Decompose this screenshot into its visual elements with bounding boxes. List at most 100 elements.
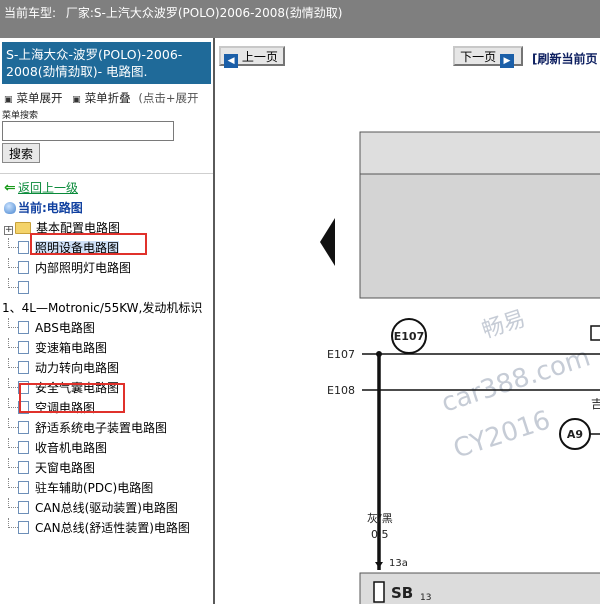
plus-expand-icon[interactable]: + bbox=[4, 226, 13, 235]
tree-item-pdc[interactable]: 驻车辅助(PDC)电路图 bbox=[0, 478, 213, 498]
collapse-icon: ▣ bbox=[72, 95, 81, 105]
document-icon bbox=[18, 341, 29, 354]
terminal-arrow-top bbox=[375, 562, 383, 568]
back-arrow-icon: ⇐ bbox=[4, 180, 16, 196]
location-icon bbox=[4, 202, 16, 214]
document-icon bbox=[18, 241, 29, 254]
tree-item-label[interactable]: ABS电路图 bbox=[35, 321, 95, 335]
document-icon bbox=[18, 441, 29, 454]
tree-branch-line bbox=[8, 358, 18, 368]
tree-item-abs[interactable]: ABS电路图 bbox=[0, 318, 213, 338]
tree-item-radio[interactable]: 收音机电路图 bbox=[0, 438, 213, 458]
current-model-bar: 当前车型: 厂家:S-上汽大众波罗(POLO)2006-2008(劲情劲取) bbox=[0, 0, 600, 38]
menu-expand-link[interactable]: 菜单展开 bbox=[17, 91, 63, 105]
next-page-label: 下一页 bbox=[460, 50, 497, 64]
watermark-code: CY2016 bbox=[450, 405, 554, 464]
e108-label: E108 bbox=[327, 384, 355, 397]
tree-item-label[interactable]: 驻车辅助(PDC)电路图 bbox=[35, 481, 153, 495]
next-page-button[interactable]: 下一页 ▶ bbox=[453, 46, 523, 68]
search-button[interactable]: 搜索 bbox=[2, 143, 40, 163]
tree-branch-line bbox=[8, 318, 18, 328]
menu-collapse-link[interactable]: 菜单折叠 bbox=[85, 91, 131, 105]
connector-block-top bbox=[359, 131, 600, 175]
tree-branch-line bbox=[8, 398, 18, 408]
wiring-diagram: 畅易 car388.com CY2016 E107 E107 E108 吉 A9… bbox=[217, 70, 600, 604]
tree-item-power-steering[interactable]: 动力转向电路图 bbox=[0, 358, 213, 378]
wire-color-label: 灰/黑 bbox=[367, 511, 393, 525]
tree-item-label[interactable]: CAN总线(驱动装置)电路图 bbox=[35, 501, 178, 515]
tree-branch-line bbox=[8, 518, 18, 528]
wiring-diagram-svg: 畅易 car388.com CY2016 E107 E107 E108 吉 A9… bbox=[320, 131, 600, 604]
tree-item-label[interactable]: 动力转向电路图 bbox=[35, 361, 119, 375]
tree-branch-line bbox=[8, 498, 18, 508]
tree-item-interior-light[interactable]: 内部照明灯电路图 bbox=[0, 258, 213, 278]
tree-item-label[interactable]: 1、4L—Motronic/55KW,发动机标识 bbox=[2, 301, 202, 315]
document-icon bbox=[18, 481, 29, 494]
tree-item-sunroof[interactable]: 天窗电路图 bbox=[0, 458, 213, 478]
document-icon bbox=[18, 361, 29, 374]
document-icon bbox=[18, 261, 29, 274]
wire-size-label: 0.5 bbox=[371, 528, 389, 541]
current-location: 当前:电路图 bbox=[0, 198, 213, 218]
connector-block-mid bbox=[359, 173, 600, 299]
tree-item-comfort[interactable]: 舒适系统电子装置电路图 bbox=[0, 418, 213, 438]
menu-controls: ▣ 菜单展开 ▣ 菜单折叠 (点击+展开 bbox=[0, 84, 213, 106]
e107-label: E107 bbox=[327, 348, 355, 361]
folder-icon bbox=[15, 222, 31, 234]
diagram-viewer: ◀ 上一页 下一页 ▶ [刷新当前页 畅易 car388.com CY2016 … bbox=[217, 38, 600, 604]
tree-branch-line bbox=[8, 438, 18, 448]
tree-item-gearbox[interactable]: 变速箱电路图 bbox=[0, 338, 213, 358]
tree-branch-line bbox=[8, 238, 18, 248]
tree-branch-line bbox=[8, 418, 18, 428]
current-label: 当前:电路图 bbox=[18, 201, 83, 215]
prev-page-label: 上一页 bbox=[241, 50, 278, 64]
refresh-link[interactable]: [刷新当前页 bbox=[532, 50, 598, 67]
fuse-symbol bbox=[373, 581, 385, 603]
expand-icon: ▣ bbox=[4, 95, 13, 105]
tree-item-blank[interactable] bbox=[0, 278, 213, 298]
arrow-left-icon: ◀ bbox=[224, 54, 239, 68]
tree-item-engine[interactable]: 1、4L—Motronic/55KW,发动机标识 bbox=[0, 298, 213, 318]
menu-hint: (点击+展开 bbox=[138, 91, 199, 105]
scroll-left-icon[interactable] bbox=[320, 218, 335, 266]
left-panel: S-上海大众-波罗(POLO)-2006-2008(劲情劲取)- 电路图. ▣ 菜… bbox=[0, 38, 215, 604]
tree-item-label[interactable]: 天窗电路图 bbox=[35, 461, 95, 475]
document-icon bbox=[18, 281, 29, 294]
divider bbox=[0, 173, 213, 174]
tree-branch-line bbox=[8, 258, 18, 268]
highlight-box-lighting bbox=[30, 233, 147, 255]
document-icon bbox=[18, 461, 29, 474]
document-icon bbox=[18, 521, 29, 534]
page-nav: ◀ 上一页 下一页 ▶ [刷新当前页 bbox=[217, 44, 600, 68]
tree-branch-line bbox=[8, 478, 18, 488]
tree-item-label[interactable]: 内部照明灯电路图 bbox=[35, 261, 131, 275]
fuse-name: SB bbox=[391, 584, 413, 602]
tree-item-can-drive[interactable]: CAN总线(驱动装置)电路图 bbox=[0, 498, 213, 518]
terminal-top-label: 13a bbox=[389, 558, 408, 569]
current-model-label: 当前车型: bbox=[4, 6, 57, 20]
edge-box bbox=[590, 325, 600, 341]
watermark-cn: 畅易 bbox=[479, 306, 529, 343]
tree-item-label[interactable]: 收音机电路图 bbox=[35, 441, 107, 455]
document-icon bbox=[18, 501, 29, 514]
back-row[interactable]: ⇐ 返回上一级 bbox=[0, 178, 213, 198]
document-icon bbox=[18, 321, 29, 334]
back-link[interactable]: 返回上一级 bbox=[18, 181, 78, 195]
document-icon bbox=[18, 421, 29, 434]
arrow-right-icon: ▶ bbox=[499, 54, 514, 68]
tree-branch-line bbox=[8, 458, 18, 468]
tree-branch-line bbox=[8, 278, 18, 288]
prev-page-button[interactable]: ◀ 上一页 bbox=[219, 46, 285, 68]
a9-circle-label: A9 bbox=[567, 428, 583, 441]
tree-branch-line bbox=[8, 378, 18, 388]
menu-tree: ⇐ 返回上一级 当前:电路图 + 基本配置电路图 照明设备电路图 内部照明灯电路图 … bbox=[0, 178, 213, 538]
panel-title: S-上海大众-波罗(POLO)-2006-2008(劲情劲取)- 电路图. bbox=[2, 42, 211, 84]
fuse-sub: 13 bbox=[420, 593, 431, 603]
tree-item-label[interactable]: 舒适系统电子装置电路图 bbox=[35, 421, 167, 435]
edge-character: 吉 bbox=[591, 397, 600, 411]
current-model-value: 厂家:S-上汽大众波罗(POLO)2006-2008(劲情劲取) bbox=[65, 6, 343, 20]
search-input[interactable] bbox=[2, 121, 174, 141]
tree-item-can-comfort[interactable]: CAN总线(舒适性装置)电路图 bbox=[0, 518, 213, 538]
tree-item-label[interactable]: CAN总线(舒适性装置)电路图 bbox=[35, 521, 190, 535]
tree-item-label[interactable]: 变速箱电路图 bbox=[35, 341, 107, 355]
